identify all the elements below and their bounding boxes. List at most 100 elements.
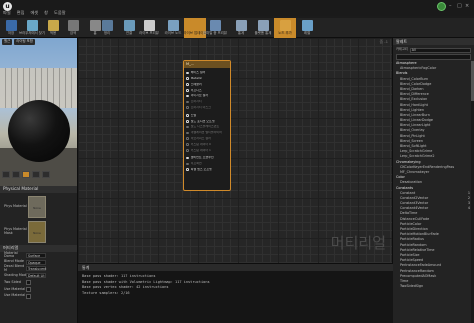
- zoom-label: 줌 -1: [379, 39, 389, 44]
- pin-label: 오파시티 마스크: [190, 106, 211, 110]
- palette-item-label: Chromakeying: [396, 159, 421, 164]
- plane-icon[interactable]: [22, 171, 30, 178]
- toolbar-button-stats[interactable]: 통계: [230, 18, 252, 38]
- physical-material-section[interactable]: Physical Material: [0, 186, 77, 193]
- pin-dot-icon[interactable]: [186, 125, 189, 129]
- toolbar-button-clean[interactable]: 정리: [96, 18, 118, 38]
- pin-dot-icon[interactable]: [186, 88, 189, 92]
- material-domain-select[interactable]: Surface: [26, 252, 46, 258]
- toolbar-button-label: 적용: [49, 31, 57, 35]
- live-preview-icon: [143, 20, 155, 31]
- pin-label: 노멀: [190, 113, 197, 117]
- pin-dot-icon[interactable]: [186, 162, 189, 166]
- use-material-checkbox[interactable]: [26, 286, 31, 292]
- pin-dot-icon[interactable]: [186, 106, 189, 109]
- menu-edit[interactable]: 편집: [17, 10, 25, 16]
- menu-asset[interactable]: 에셋: [30, 10, 38, 16]
- prop-label: Two Sided: [4, 279, 21, 284]
- toolbar-button-search[interactable]: 검색: [62, 18, 84, 38]
- menu-help[interactable]: 도움말: [54, 10, 66, 16]
- viewport-perspective-button[interactable]: 원근: [2, 39, 13, 45]
- cube-icon[interactable]: [32, 171, 40, 178]
- node-input-pin[interactable]: 오파시티 마스크: [184, 105, 230, 111]
- stats-line: Texture samplers: 2/16: [82, 290, 130, 295]
- toolbar-button-live-nodes[interactable]: 라이브 노드: [162, 18, 184, 38]
- pin-label: 베이스 컬러: [190, 71, 206, 75]
- phys-material-mask-thumbnail[interactable]: None: [28, 221, 46, 243]
- prop-use-material-2: Use Material: [0, 293, 77, 300]
- live-update-icon: [189, 20, 201, 31]
- pin-dot-icon[interactable]: [186, 114, 189, 117]
- toolbar-button-platform-stats[interactable]: 플랫폼 통계: [252, 18, 274, 38]
- shading-model-select[interactable]: Default Lit: [26, 273, 46, 279]
- stats-panel: 통계 Base pass shader: 117 instructions Ba…: [78, 263, 393, 323]
- toolbar-button-add-node[interactable]: 노드 추가: [274, 18, 296, 38]
- category-label: 카테고리: [396, 47, 408, 52]
- pin-dot-icon[interactable]: [186, 71, 189, 75]
- viewport-lighting-button[interactable]: 라이팅 포함: [14, 39, 35, 45]
- material-result-node[interactable]: M_... 베이스 컬러 Metallic 스페큘러 러프니스 이미시브 컬러 오파시티 오…: [183, 60, 231, 191]
- blend-mode-select[interactable]: Opaque: [26, 259, 46, 265]
- cylinder-icon[interactable]: [2, 171, 10, 178]
- use-material-checkbox[interactable]: [26, 293, 31, 299]
- material-graph[interactable]: 줌 -1 머티리얼: [78, 38, 393, 263]
- title-bar: u 파일 편집 에셋 창 도움말 – □ ×: [0, 0, 474, 16]
- pin-dot-icon[interactable]: [186, 131, 189, 135]
- toolbar-button-level[interactable]: 레벨: [296, 18, 318, 38]
- palette-item[interactable]: TwoSidedSign: [393, 284, 474, 289]
- palette-item-label: Color: [396, 175, 405, 180]
- prop-shading-model: Shading Mod Default Lit: [0, 272, 77, 279]
- pin-dot-icon[interactable]: [186, 83, 189, 86]
- pin-dot-icon[interactable]: [186, 119, 189, 123]
- pin-dot-icon[interactable]: [186, 156, 189, 160]
- preview-viewport[interactable]: 원근 라이팅 포함: [0, 38, 78, 186]
- minimize-icon[interactable]: –: [449, 4, 454, 9]
- node-input-pin[interactable]: 픽셀 뎁스 오프셋: [184, 167, 230, 173]
- pin-dot-icon[interactable]: [186, 77, 189, 80]
- toolbar-button-label: 통계: [237, 31, 245, 35]
- maximize-icon[interactable]: □: [457, 4, 462, 9]
- prop-decal-blend: Decal Blend M Translucent: [0, 264, 77, 273]
- phys-material-slot: Phys Material None: [4, 196, 77, 218]
- toolbar-button-label: 플랫폼 통계: [254, 31, 272, 35]
- toolbar-button-live-preview[interactable]: 라이브 프리뷰: [138, 18, 160, 38]
- menu-file[interactable]: 파일: [3, 10, 11, 16]
- details-panel: Physical Material Phys Material None Phy…: [0, 186, 78, 323]
- toolbar-button-compile-preview[interactable]: 컴파일 중 프리뷰: [203, 18, 227, 38]
- pin-dot-icon[interactable]: [186, 148, 189, 152]
- toolbar-button-label: 컴파일 중 프리뷰: [203, 31, 227, 35]
- teapot-icon[interactable]: [42, 171, 50, 178]
- toolbar-button-label: 노드 추가: [278, 31, 292, 35]
- pin-dot-icon[interactable]: [186, 100, 189, 104]
- source-control-icon[interactable]: [437, 2, 446, 11]
- stats-title: 통계: [78, 264, 393, 271]
- category-select[interactable]: All: [409, 47, 471, 53]
- two-sided-checkbox[interactable]: [26, 280, 31, 286]
- pin-dot-icon[interactable]: [186, 143, 189, 146]
- pin-dot-icon[interactable]: [186, 168, 189, 171]
- toolbar-button-find[interactable]: 브라우저에서 찾기: [19, 18, 45, 38]
- phys-material-thumbnail[interactable]: None: [28, 196, 46, 218]
- pin-label: 리프랙션: [190, 162, 202, 166]
- menu-window[interactable]: 창: [44, 10, 48, 16]
- node-title: M_...: [184, 61, 230, 68]
- compile-preview-icon: [209, 20, 221, 31]
- pin-label: 커스텀 데이터 1: [190, 148, 211, 152]
- pin-label: Metallic: [190, 77, 203, 81]
- decal-blend-select[interactable]: Translucent: [26, 266, 46, 272]
- toolbar-button-label: 정리: [103, 31, 111, 35]
- palette-list: Atmosphere AtmosphericFogColor Blends Blend…: [393, 61, 474, 323]
- palette-search-input[interactable]: [396, 54, 471, 60]
- viewport-shape-buttons: [2, 171, 80, 178]
- toolbar-button-connectors[interactable]: 연결: [118, 18, 140, 38]
- pin-label: 스페큘러: [190, 82, 202, 86]
- pin-label: 서브서피스 컬러: [190, 137, 211, 141]
- toolbar-button-apply[interactable]: 적용: [42, 18, 64, 38]
- find-icon: [26, 20, 38, 31]
- pin-dot-icon[interactable]: [186, 137, 189, 140]
- toolbar: 저장 브라우저에서 찾기 적용 검색 홈 정리 연결 라이브 프리뷰 라이브 노드 라이브 업데이…: [0, 18, 474, 38]
- node-input-pin[interactable]: 커스텀 데이터 1: [184, 147, 230, 153]
- close-icon[interactable]: ×: [465, 4, 470, 9]
- pin-dot-icon[interactable]: [186, 94, 189, 98]
- sphere-icon[interactable]: [12, 171, 20, 178]
